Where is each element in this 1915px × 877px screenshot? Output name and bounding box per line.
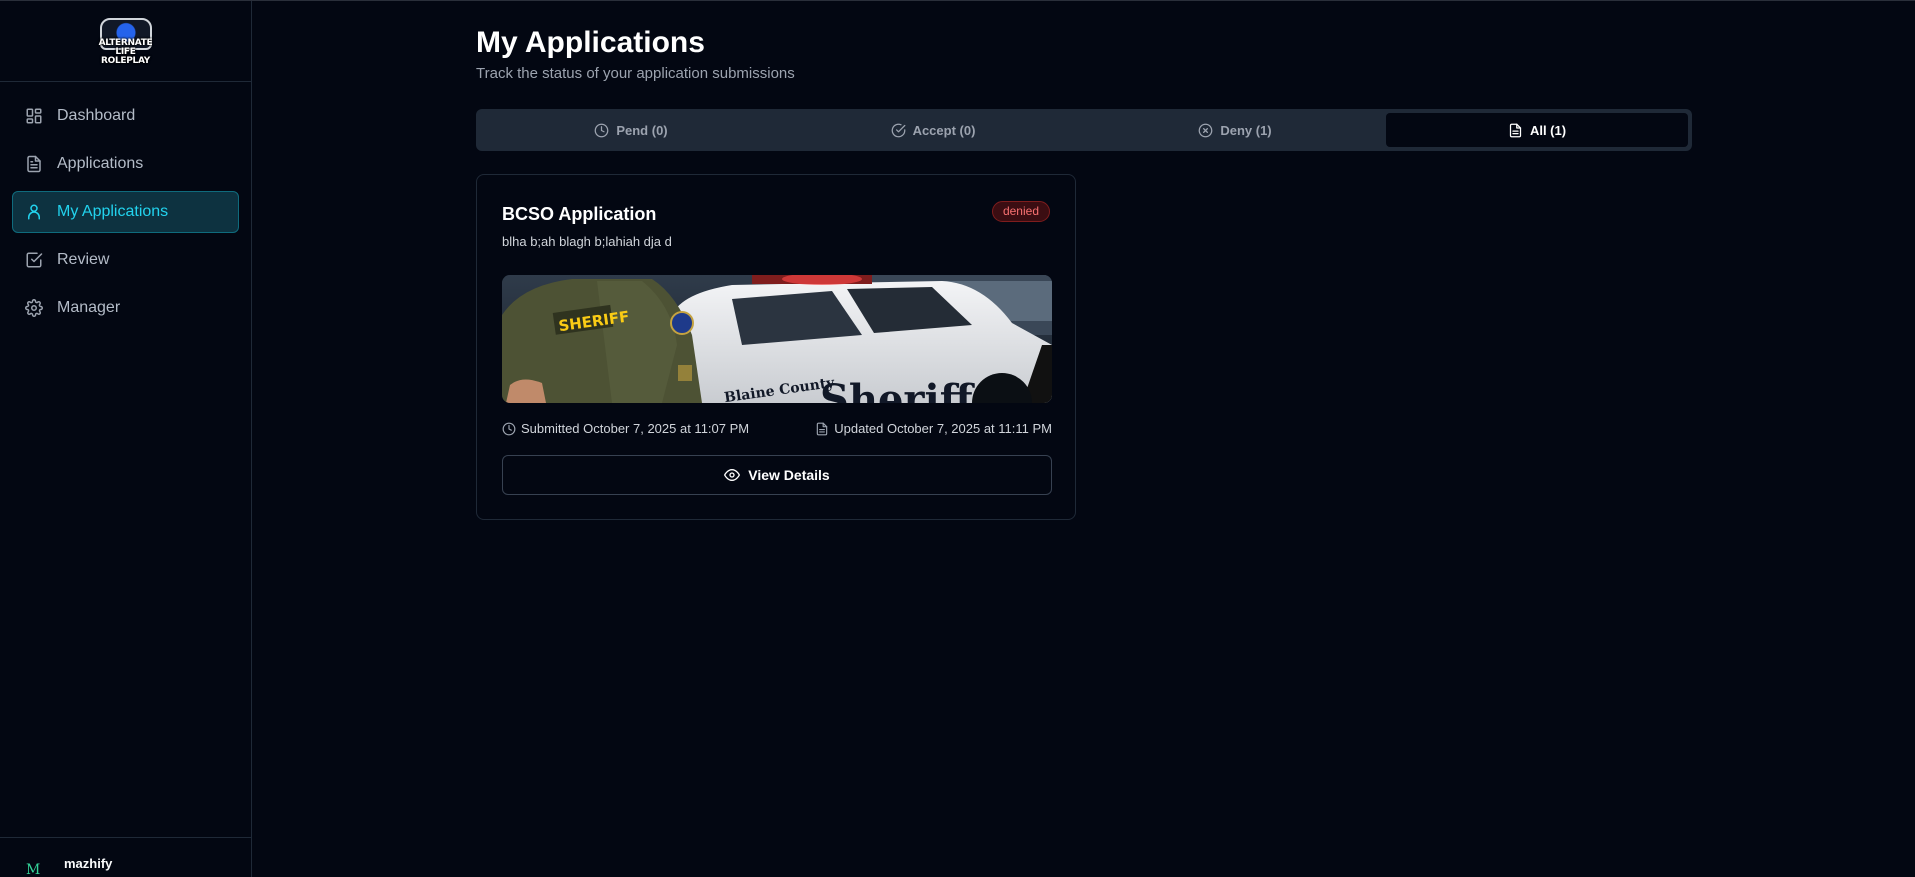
logo[interactable]: ALTERNATE LIFE ROLEPLAY bbox=[94, 16, 158, 66]
updated-text: Updated October 7, 2025 at 11:11 PM bbox=[834, 421, 1052, 436]
sidebar: ALTERNATE LIFE ROLEPLAY Dashboard Applic… bbox=[0, 1, 252, 877]
submitted-date: Submitted October 7, 2025 at 11:07 PM bbox=[502, 421, 749, 436]
document-icon bbox=[1509, 123, 1522, 137]
sidebar-item-applications[interactable]: Applications bbox=[12, 143, 239, 185]
tab-label: All (1) bbox=[1529, 122, 1567, 138]
user-area[interactable]: M mazhify bbox=[0, 837, 251, 877]
logo-line-2: ROLEPLAY bbox=[100, 56, 151, 66]
document-icon bbox=[25, 155, 43, 173]
user-icon bbox=[25, 203, 43, 221]
x-circle-icon bbox=[1198, 123, 1213, 137]
sheriff-scene-image: SHERIFF Blaine County Sheriff bbox=[502, 275, 1052, 403]
sidebar-item-manager[interactable]: Manager bbox=[12, 287, 239, 329]
application-banner-image: SHERIFF Blaine County Sheriff bbox=[502, 275, 1052, 403]
gear-icon bbox=[25, 299, 43, 317]
sidebar-item-review[interactable]: Review bbox=[12, 239, 239, 281]
application-title: BCSO Application bbox=[502, 204, 657, 224]
sidebar-item-my-applications[interactable]: My Applications bbox=[12, 191, 239, 233]
check-square-icon bbox=[25, 251, 43, 269]
tab-label: Pend (0) bbox=[616, 122, 668, 138]
grid-icon bbox=[25, 107, 43, 125]
sidebar-item-label: Applications bbox=[57, 155, 144, 172]
document-icon bbox=[816, 422, 828, 435]
tab-pend[interactable]: Pend (0) bbox=[480, 113, 782, 147]
application-meta: Submitted October 7, 2025 at 11:07 PM Up… bbox=[502, 421, 1052, 439]
application-card: BCSO Application denied blha b;ah blagh … bbox=[476, 174, 1076, 520]
sidebar-item-label: My Applications bbox=[57, 203, 169, 220]
sidebar-item-dashboard[interactable]: Dashboard bbox=[12, 95, 239, 137]
sidebar-item-label: Dashboard bbox=[57, 107, 136, 124]
sidebar-item-label: Review bbox=[57, 251, 110, 268]
avatar: M bbox=[26, 862, 41, 877]
tab-accept[interactable]: Accept (0) bbox=[782, 113, 1084, 147]
tab-label: Accept (0) bbox=[912, 122, 976, 138]
updated-date: Updated October 7, 2025 at 11:11 PM bbox=[815, 421, 1052, 436]
sidebar-nav: Dashboard Applications My Applications R… bbox=[0, 82, 251, 329]
page-subtitle: Track the status of your application sub… bbox=[476, 65, 795, 82]
view-details-button[interactable]: View Details bbox=[502, 455, 1052, 495]
eye-icon bbox=[724, 469, 741, 481]
logo-line-1: ALTERNATE LIFE bbox=[98, 38, 153, 57]
tab-deny[interactable]: Deny (1) bbox=[1084, 113, 1386, 147]
status-tabs: Pend (0) Accept (0) Deny (1) All (1) bbox=[476, 109, 1692, 151]
clock-icon bbox=[502, 422, 516, 435]
sidebar-item-label: Manager bbox=[57, 299, 121, 316]
application-description: blha b;ah blagh b;lahiah dja d bbox=[502, 234, 672, 249]
car-sheriff-label: Sheriff bbox=[820, 376, 975, 403]
user-name: mazhify bbox=[64, 856, 113, 871]
clock-icon bbox=[594, 123, 609, 137]
submitted-text: Submitted October 7, 2025 at 11:07 PM bbox=[521, 421, 750, 436]
check-circle-icon bbox=[891, 123, 905, 137]
app-root: ALTERNATE LIFE ROLEPLAY Dashboard Applic… bbox=[0, 0, 1915, 877]
tab-all[interactable]: All (1) bbox=[1386, 113, 1688, 147]
tab-label: Deny (1) bbox=[1220, 122, 1272, 138]
page-title: My Applications bbox=[476, 26, 705, 59]
logo-area: ALTERNATE LIFE ROLEPLAY bbox=[0, 1, 251, 82]
status-badge: denied bbox=[991, 201, 1050, 222]
view-details-label: View Details bbox=[748, 467, 830, 483]
